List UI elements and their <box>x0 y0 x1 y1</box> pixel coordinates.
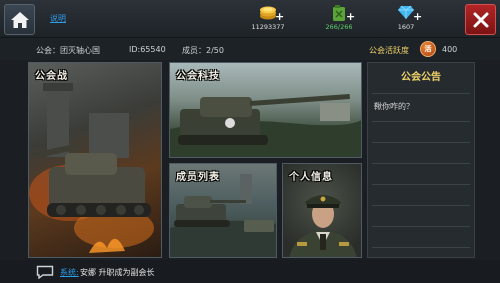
add-fuel-icon[interactable]: + <box>346 10 355 23</box>
close-icon <box>473 12 488 27</box>
announcement-rule <box>372 184 470 185</box>
member-list-card[interactable]: 成员列表 <box>169 163 277 258</box>
guild-war-title: 公会战 <box>35 71 68 82</box>
announcement-rule <box>372 247 470 248</box>
announcement-rule <box>372 205 470 206</box>
announcement-rule <box>372 226 470 227</box>
help-link[interactable]: 说明 <box>50 13 66 24</box>
personal-info-title: 个人信息 <box>289 172 333 183</box>
announcement-rule <box>372 142 470 143</box>
chat-bar: 系统: 安娜 升职成为副会长 <box>0 260 500 283</box>
chat-bubble-icon[interactable] <box>36 265 54 280</box>
home-button[interactable] <box>4 4 35 35</box>
member-list-title: 成员列表 <box>176 172 220 183</box>
add-gold-icon[interactable]: + <box>275 10 284 23</box>
guild-id: ID:65540 <box>129 45 166 54</box>
top-bar: 说明 + 11293377 + 266/266 + 1607 <box>0 0 500 38</box>
announcement-rule <box>372 163 470 164</box>
guild-tech-title: 公会科技 <box>176 71 220 82</box>
close-button[interactable] <box>465 4 496 35</box>
guild-name: 公会：团灭轴心国 <box>36 46 100 55</box>
system-message: 安娜 升职成为副会长 <box>80 268 155 277</box>
fuel-value: 266/266 <box>325 23 353 31</box>
home-icon <box>10 11 29 28</box>
gold-value: 11293377 <box>251 23 285 31</box>
guild-war-illustration <box>29 83 154 253</box>
personal-info-card[interactable]: 个人信息 <box>282 163 362 258</box>
guild-war-card[interactable]: 公会战 <box>28 62 162 258</box>
system-channel-link[interactable]: 系统: <box>60 267 79 278</box>
fuel-resource[interactable]: + 266/266 <box>316 5 362 31</box>
announcement-text[interactable]: 鞦你咋的？ <box>374 101 414 112</box>
guild-activity-label: 公会活跃度 <box>369 46 409 55</box>
announcement-rule <box>372 121 470 122</box>
diamond-value: 1607 <box>397 23 415 31</box>
announcement-divider <box>372 93 470 94</box>
guild-member-count: 成员：2/50 <box>182 46 224 55</box>
add-diamond-icon[interactable]: + <box>413 10 422 23</box>
diamond-resource[interactable]: + 1607 <box>383 5 429 31</box>
guild-announcement-panel: 公会公告 鞦你咋的？ <box>367 62 475 258</box>
guild-tech-card[interactable]: 公会科技 <box>169 62 362 158</box>
gold-resource[interactable]: + 11293377 <box>245 5 291 31</box>
activity-badge-icon: 活 <box>420 41 436 57</box>
guild-activity-value: 400 <box>442 45 458 54</box>
announcement-title: 公会公告 <box>401 72 441 83</box>
